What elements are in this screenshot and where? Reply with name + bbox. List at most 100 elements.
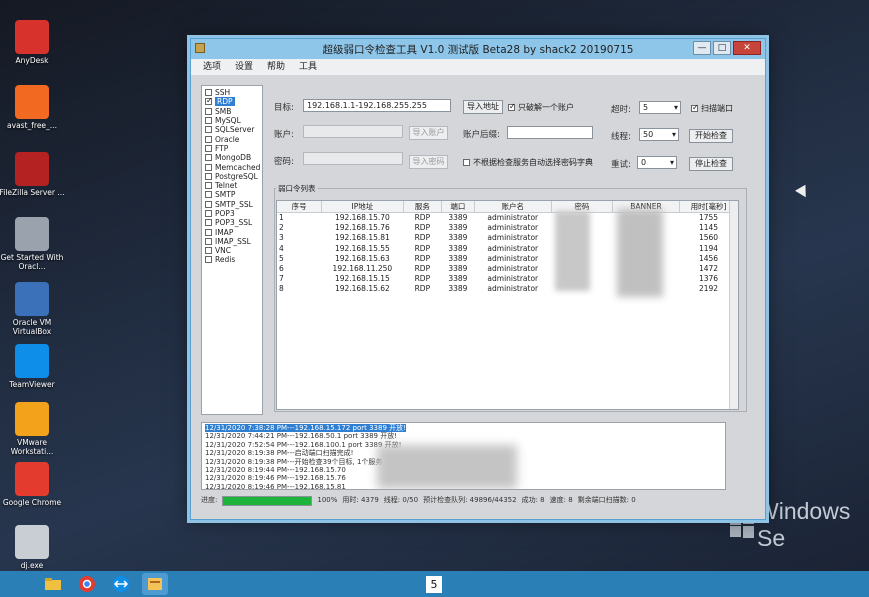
service-item[interactable]: Memcached bbox=[205, 162, 260, 172]
menu-help[interactable]: 帮助 bbox=[267, 59, 285, 75]
table-row[interactable]: 7 192.168.15.15 RDP 3389 administrator 1376 bbox=[277, 274, 738, 284]
desktop-icon[interactable]: Get Started With Oracl... bbox=[0, 217, 65, 271]
desktop-icon[interactable]: VMware Workstati... bbox=[0, 402, 65, 456]
table-cell: RDP bbox=[414, 264, 431, 274]
desktop-icon[interactable]: avast_free_... bbox=[0, 85, 65, 130]
checkbox-icon[interactable] bbox=[205, 172, 212, 180]
menu-tools[interactable]: 工具 bbox=[299, 59, 317, 75]
service-item[interactable]: POP3 bbox=[205, 209, 259, 218]
column-header[interactable]: 账户名 bbox=[474, 201, 552, 213]
table-cell: administrator bbox=[487, 284, 539, 294]
service-item[interactable]: Telnet bbox=[205, 181, 259, 190]
teamviewer-taskbar-icon[interactable] bbox=[108, 573, 134, 595]
table-row[interactable]: 3 192.168.15.81 RDP 3389 administrator 1560 bbox=[277, 233, 738, 243]
account-suffix-input[interactable] bbox=[507, 126, 593, 139]
desktop-icon[interactable]: dj.exe bbox=[0, 525, 65, 570]
scan-port-checkbox[interactable]: 扫描端口 bbox=[691, 103, 733, 114]
only-one-account-checkbox[interactable]: 只破解一个账户 bbox=[508, 102, 574, 113]
checkbox-icon[interactable] bbox=[205, 219, 212, 227]
column-header[interactable]: 序号 bbox=[277, 201, 323, 213]
service-item[interactable]: PostgreSQL bbox=[205, 172, 259, 181]
service-item[interactable]: MongoDB bbox=[205, 153, 259, 162]
account-input[interactable] bbox=[303, 125, 403, 138]
desktop-icon-label: AnyDesk bbox=[15, 56, 49, 65]
desktop-icon[interactable]: Google Chrome bbox=[0, 462, 65, 507]
checkbox-icon[interactable] bbox=[205, 154, 212, 162]
results-table[interactable]: 序号 IP地址 服务 端口 账户名 密码 BANNER 用时[毫秒] 1 192.168.15.… bbox=[276, 200, 739, 410]
checkbox-icon[interactable] bbox=[205, 256, 212, 264]
checkbox-icon[interactable] bbox=[205, 144, 212, 152]
desktop-icon[interactable]: FileZilla Server ... bbox=[0, 152, 65, 197]
close-button[interactable]: ✕ bbox=[733, 41, 761, 55]
table-row[interactable]: 4 192.168.15.55 RDP 3389 administrator 1194 bbox=[277, 243, 738, 253]
table-row[interactable]: 5 192.168.15.63 RDP 3389 administrator 1456 bbox=[277, 253, 738, 263]
service-list[interactable]: SSHRDPSMBMySQLSQLServerOracleFTPMongoDBM… bbox=[201, 85, 263, 415]
service-item[interactable]: IMAP_SSL bbox=[205, 237, 259, 246]
import-address-button[interactable]: 导入地址 bbox=[463, 100, 503, 114]
table-row[interactable]: 1 192.168.15.70 RDP 3389 administrator 1755 bbox=[277, 213, 738, 223]
service-item[interactable]: MySQL bbox=[205, 116, 259, 125]
checkbox-icon[interactable] bbox=[205, 200, 212, 208]
minimize-button[interactable]: — bbox=[693, 41, 711, 55]
service-item[interactable]: SSH bbox=[205, 88, 259, 97]
timeout-select[interactable]: 5 bbox=[639, 101, 681, 114]
checkbox-icon[interactable] bbox=[205, 182, 212, 190]
column-header[interactable]: IP地址 bbox=[321, 201, 404, 213]
password-input[interactable] bbox=[303, 152, 403, 165]
desktop-icon[interactable]: TeamViewer bbox=[0, 344, 65, 389]
checkbox-icon[interactable] bbox=[205, 96, 213, 106]
desktop-icon[interactable]: AnyDesk bbox=[0, 20, 65, 65]
titlebar[interactable]: 超级弱口令检查工具 V1.0 测试版 Beta28 by shack2 2019… bbox=[191, 39, 765, 59]
checkbox-icon[interactable] bbox=[205, 117, 212, 125]
table-row[interactable]: 6 192.168.11.250 RDP 3389 administrator 1472 bbox=[277, 263, 738, 273]
retry-select[interactable]: 0 bbox=[637, 156, 677, 169]
service-item[interactable]: SQLServer bbox=[205, 125, 259, 134]
maximize-button[interactable]: □ bbox=[713, 41, 731, 55]
service-item[interactable]: FTP bbox=[205, 144, 259, 153]
service-item[interactable]: POP3_SSL bbox=[205, 218, 259, 227]
checkbox-icon[interactable] bbox=[205, 163, 212, 171]
column-header[interactable]: 服务 bbox=[403, 201, 443, 213]
menu-settings[interactable]: 设置 bbox=[235, 59, 253, 75]
service-item[interactable]: Redis bbox=[205, 255, 259, 264]
app-taskbar-icon[interactable] bbox=[142, 573, 168, 595]
target-input[interactable]: 192.168.1.1-192.168.255.255 bbox=[303, 99, 451, 112]
table-cell: RDP bbox=[414, 233, 431, 243]
checkbox-icon[interactable] bbox=[205, 228, 212, 236]
start-check-button[interactable]: 开始检查 bbox=[689, 129, 733, 143]
service-item[interactable]: SMTP bbox=[205, 190, 259, 199]
service-item[interactable]: Oracle bbox=[205, 134, 259, 144]
checkbox-icon[interactable] bbox=[205, 89, 212, 97]
auto-dict-checkbox[interactable]: 不根据检查服务自动选择密码字典 bbox=[463, 157, 593, 168]
desktop-icon[interactable]: Oracle VM VirtualBox bbox=[0, 282, 65, 336]
threads-status: 线程: 0/50 bbox=[383, 496, 419, 504]
service-item[interactable]: IMAP bbox=[205, 227, 259, 237]
file-explorer-taskbar-icon[interactable] bbox=[40, 573, 66, 595]
desktop-icon-label: Get Started With Oracl... bbox=[0, 253, 64, 271]
menu-options[interactable]: 选项 bbox=[203, 59, 221, 75]
checkbox-icon[interactable] bbox=[205, 191, 212, 199]
log-panel[interactable]: 12/31/2020 7:38:28 PM---192.168.15.172 p… bbox=[201, 422, 726, 490]
import-password-button[interactable]: 导入密码 bbox=[409, 155, 448, 169]
service-item[interactable]: SMB bbox=[205, 107, 259, 116]
chrome-taskbar-icon[interactable] bbox=[74, 573, 100, 595]
import-account-button[interactable]: 导入账户 bbox=[409, 126, 448, 140]
checkbox-icon[interactable] bbox=[205, 247, 212, 255]
app-icon bbox=[15, 282, 49, 316]
results-scrollbar[interactable] bbox=[729, 201, 738, 409]
checkbox-icon[interactable] bbox=[205, 210, 212, 217]
checkbox-icon[interactable] bbox=[205, 135, 212, 143]
service-name: SMTP bbox=[215, 190, 236, 200]
checkbox-icon[interactable] bbox=[205, 126, 212, 134]
column-header[interactable]: 端口 bbox=[441, 201, 475, 213]
checkbox-icon[interactable] bbox=[205, 107, 212, 115]
service-item[interactable]: RDP bbox=[205, 96, 259, 107]
service-item[interactable]: VNC bbox=[205, 246, 259, 255]
table-row[interactable]: 2 192.168.15.76 RDP 3389 administrator 1145 bbox=[277, 223, 738, 233]
checkbox-icon[interactable] bbox=[205, 237, 212, 245]
table-row[interactable]: 8 192.168.15.62 RDP 3389 administrator 2192 bbox=[277, 284, 738, 294]
service-item[interactable]: SMTP_SSL bbox=[205, 200, 259, 209]
account-suffix-label: 账户后缀: bbox=[463, 130, 500, 140]
stop-check-button[interactable]: 停止检查 bbox=[689, 157, 733, 171]
threads-select[interactable]: 50 bbox=[639, 128, 679, 141]
